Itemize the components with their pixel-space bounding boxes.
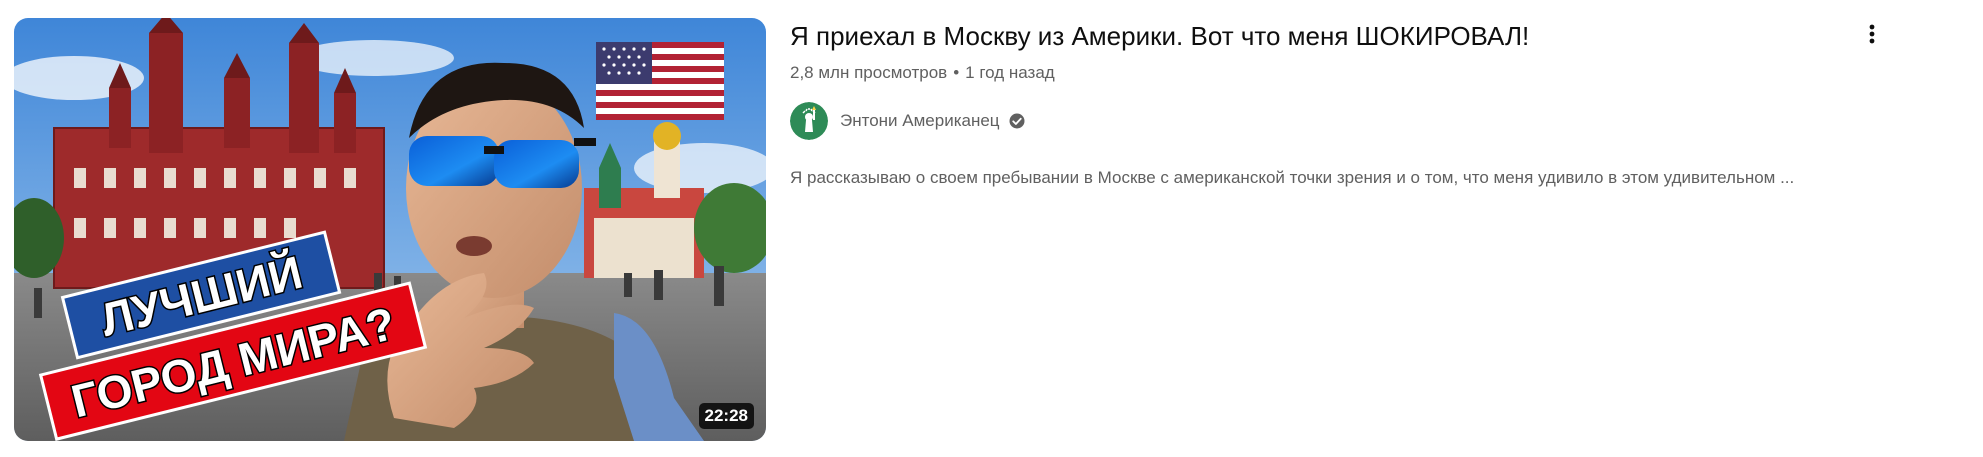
thumbnail-image: ЛУЧШИЙ ГОРОД МИРА? <box>14 18 766 441</box>
statue-of-liberty-avatar-icon <box>790 102 828 140</box>
verified-check-icon <box>1008 112 1026 130</box>
video-thumbnail[interactable]: ЛУЧШИЙ ГОРОД МИРА? 22:28 <box>14 18 766 441</box>
channel-avatar[interactable] <box>790 102 828 140</box>
video-description-snippet: Я рассказываю о своем пребывании в Москв… <box>790 168 1795 187</box>
video-result-card: ЛУЧШИЙ ГОРОД МИРА? 22:28 Я приехал в Мос… <box>0 0 1983 457</box>
video-title[interactable]: Я приехал в Москву из Америки. Вот что м… <box>790 18 1910 54</box>
video-info: Я приехал в Москву из Америки. Вот что м… <box>790 18 1910 190</box>
channel-row: Энтони Американец <box>790 102 1910 140</box>
more-vert-icon <box>1869 24 1875 44</box>
publish-date: 1 год назад <box>965 63 1055 82</box>
channel-name[interactable]: Энтони Американец <box>840 111 1000 131</box>
view-count: 2,8 млн просмотров <box>790 63 948 82</box>
duration-badge: 22:28 <box>698 403 754 429</box>
action-menu-button[interactable] <box>1852 14 1892 54</box>
metadata-separator: • <box>953 63 960 82</box>
video-metadata: 2,8 млн просмотров • 1 год назад <box>790 62 1910 84</box>
